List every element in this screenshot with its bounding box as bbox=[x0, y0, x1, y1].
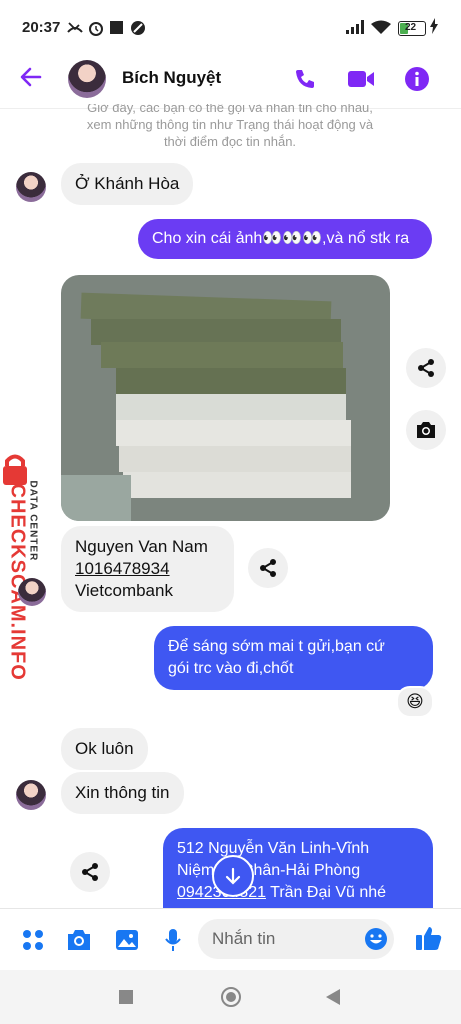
encryption-notice: Giờ đây, các bạn có thể gọi và nhắn tin … bbox=[60, 104, 400, 150]
wifi-icon bbox=[371, 20, 391, 38]
message-composer: Nhắn tin bbox=[0, 908, 461, 971]
message-text: Trần Đại Vũ nhé bbox=[265, 884, 387, 901]
message-bubble-outgoing[interactable]: Để sáng sớm mai t gửi,bạn cứ gói trc vào… bbox=[154, 626, 433, 690]
status-time: 20:37 bbox=[22, 19, 61, 36]
alarm-icon bbox=[88, 20, 104, 39]
info-icon[interactable] bbox=[402, 64, 432, 94]
back-arrow-icon[interactable] bbox=[18, 64, 44, 97]
sender-avatar[interactable] bbox=[18, 578, 46, 606]
message-input-placeholder: Nhắn tin bbox=[212, 929, 276, 948]
camera-icon[interactable] bbox=[64, 925, 94, 955]
message-input[interactable]: Nhắn tin bbox=[198, 919, 394, 959]
notice-line: thời điểm đọc tin nhắn. bbox=[163, 134, 297, 149]
share-icon[interactable] bbox=[406, 348, 446, 388]
phone-icon[interactable] bbox=[290, 64, 320, 94]
contact-name[interactable]: Bích Nguyệt bbox=[122, 68, 221, 88]
watermark: CHECKSCAM.INFO DATA CENTER bbox=[2, 452, 52, 682]
sender-avatar[interactable] bbox=[16, 172, 46, 202]
shared-photo[interactable] bbox=[61, 275, 390, 521]
message-bubble-incoming[interactable]: Ok luôn bbox=[61, 728, 148, 770]
message-text: Ok luôn bbox=[75, 739, 134, 758]
bank-details-bubble[interactable]: Nguyen Van Nam 1016478934 Vietcombank bbox=[61, 526, 234, 612]
conversation-header: Bích Nguyệt bbox=[0, 56, 461, 109]
missed-call-icon bbox=[66, 20, 84, 39]
message-text: Ở Khánh Hòa bbox=[75, 174, 180, 193]
message-bubble-outgoing[interactable]: Cho xin cái ảnh👀👀👀,và nổ stk ra bbox=[138, 219, 432, 259]
arrow-down-icon bbox=[225, 867, 241, 885]
thumbs-up-icon[interactable] bbox=[414, 923, 444, 953]
contact-avatar[interactable] bbox=[68, 60, 106, 98]
bank-name: Vietcombank bbox=[75, 581, 173, 600]
mic-icon[interactable] bbox=[158, 925, 188, 955]
charging-icon bbox=[430, 18, 438, 37]
share-icon[interactable] bbox=[248, 548, 288, 588]
account-name: Nguyen Van Nam bbox=[75, 537, 208, 556]
camera-save-icon[interactable] bbox=[406, 410, 446, 450]
account-number-link[interactable]: 1016478934 bbox=[75, 558, 220, 580]
data-saver-icon bbox=[130, 20, 146, 39]
home-circle-icon[interactable] bbox=[221, 987, 241, 1007]
watermark-subtitle: DATA CENTER bbox=[27, 480, 39, 562]
recents-square-icon[interactable] bbox=[119, 990, 133, 1004]
battery-icon: 22 bbox=[398, 21, 426, 36]
system-nav-bar bbox=[0, 970, 461, 1024]
square-icon bbox=[110, 21, 123, 34]
message-bubble-incoming[interactable]: Ở Khánh Hòa bbox=[61, 163, 194, 205]
emoji-icon[interactable] bbox=[364, 927, 388, 956]
reaction-badge[interactable]: 😆 bbox=[396, 686, 434, 718]
notice-line: Giờ đây, các bạn có thể gọi và nhắn tin … bbox=[87, 104, 373, 115]
sender-avatar[interactable] bbox=[16, 780, 46, 810]
message-text: Cho xin cái ảnh👀👀👀,và nổ stk ra bbox=[152, 230, 410, 247]
message-bubble-incoming[interactable]: Xin thông tin bbox=[61, 772, 184, 814]
message-text: gói trc vào đi,chốt bbox=[168, 660, 294, 677]
address-bubble[interactable]: 512 Nguyễn Văn Linh-Vĩnh Niệm-Lê Chân-Hả… bbox=[163, 828, 433, 918]
message-text: Xin thông tin bbox=[75, 783, 170, 802]
notice-line: xem những thông tin như Trạng thái hoạt … bbox=[86, 117, 374, 132]
signal-icon bbox=[346, 20, 366, 37]
gallery-icon[interactable] bbox=[112, 925, 142, 955]
share-icon[interactable] bbox=[70, 852, 110, 892]
video-icon[interactable] bbox=[346, 64, 376, 94]
battery-level: 22 bbox=[405, 22, 417, 33]
apps-icon[interactable] bbox=[18, 925, 48, 955]
scroll-down-button[interactable] bbox=[212, 855, 254, 897]
status-bar: 20:37 22 bbox=[0, 0, 461, 56]
message-text: 512 Nguyễn Văn Linh-Vĩnh bbox=[177, 840, 370, 857]
message-text: Để sáng sớm mai t gửi,bạn cứ bbox=[168, 638, 385, 655]
back-triangle-icon[interactable] bbox=[326, 989, 340, 1010]
